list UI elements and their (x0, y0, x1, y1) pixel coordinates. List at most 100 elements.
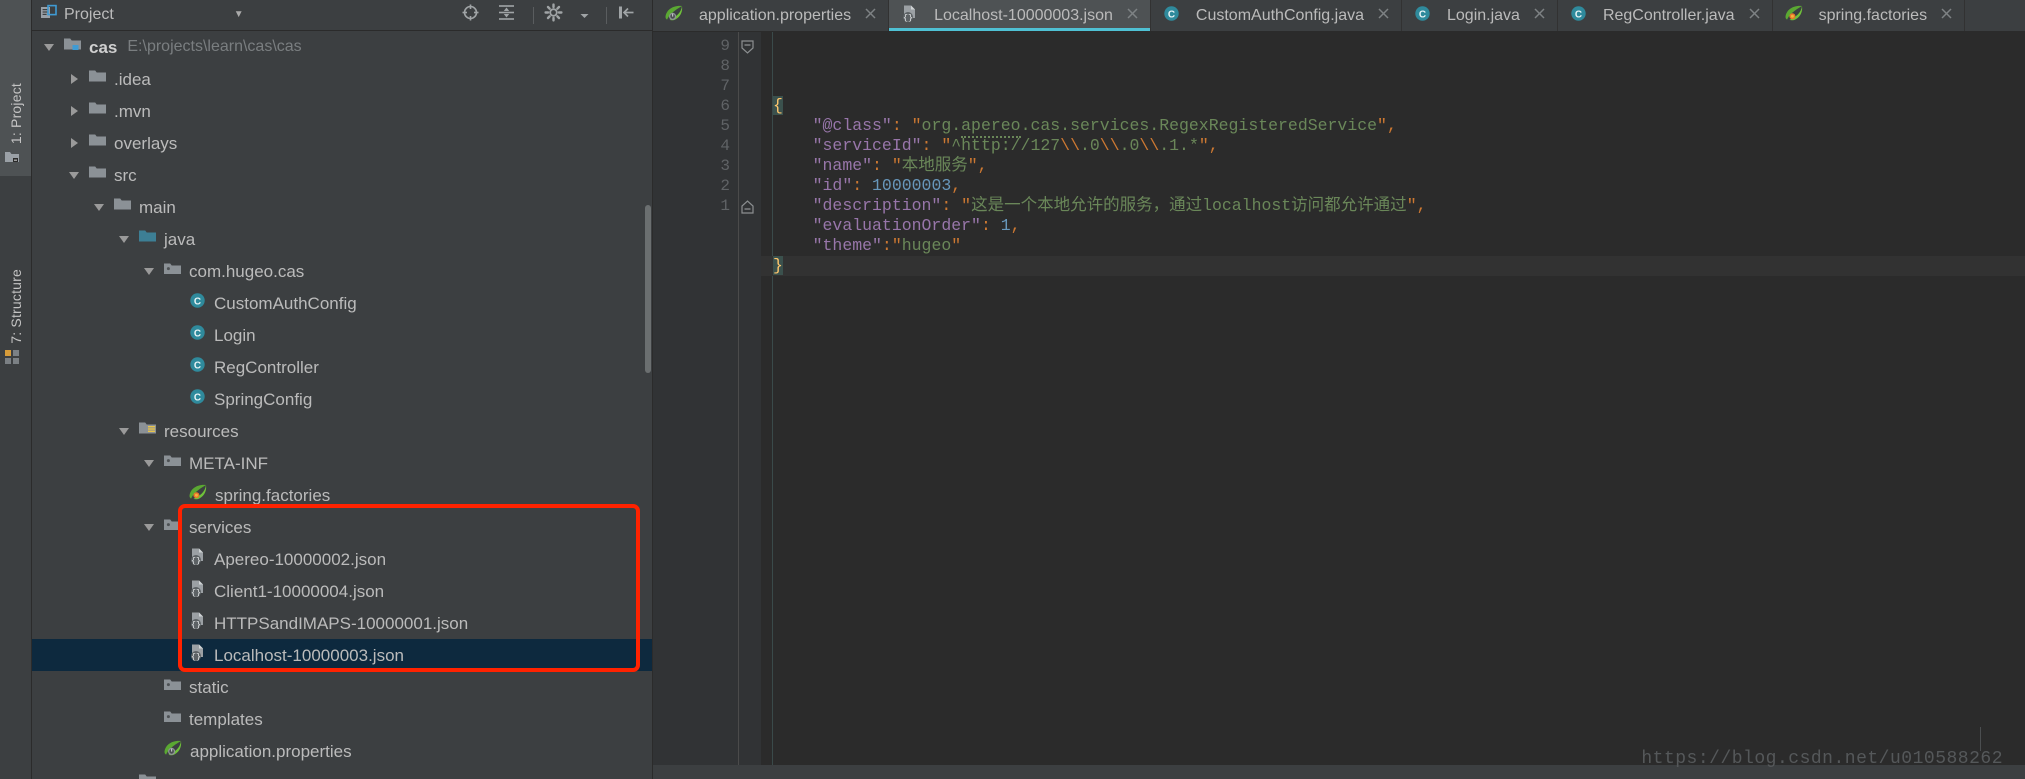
svg-text:C: C (194, 360, 201, 371)
structure-icon (4, 349, 20, 370)
code-line[interactable]: "name": "本地服务", (761, 156, 2025, 176)
tree-row[interactable]: spring.factories (32, 479, 652, 511)
project-folder-icon (4, 149, 20, 170)
gear-dropdown-chevron-icon[interactable] (580, 5, 589, 25)
tree-row[interactable]: java (32, 223, 652, 255)
java-class-icon: C (188, 355, 207, 379)
tree-row[interactable]: .idea (32, 63, 652, 95)
tree-row[interactable]: C RegController (32, 351, 652, 383)
chevron-down-icon[interactable] (144, 521, 156, 533)
fold-row (739, 156, 761, 176)
editor-tab[interactable]: {} Localhost-10000003.json (889, 0, 1151, 31)
chevron-right-icon[interactable] (69, 105, 81, 117)
editor-tab[interactable]: C Login.java (1402, 0, 1558, 31)
tree-row-label: src (114, 165, 137, 185)
tree-row[interactable] (32, 767, 652, 779)
code-line[interactable]: "id": 10000003, (761, 176, 2025, 196)
hide-panel-icon[interactable] (617, 3, 636, 27)
editor-tab[interactable]: application.properties (653, 0, 890, 31)
folder-icon (88, 99, 107, 123)
fold-end-icon[interactable] (741, 199, 754, 214)
tree-arrow-empty (169, 553, 181, 565)
code-line[interactable]: "@class": "org.apereo.cas.services.Regex… (761, 116, 2025, 138)
tree-row-label: HTTPSandIMAPS-10000001.json (214, 613, 469, 633)
tab-close-icon[interactable] (1533, 7, 1546, 25)
tree-row[interactable]: META-INF (32, 447, 652, 479)
tool-window-button-structure[interactable]: 7: Structure (0, 176, 31, 376)
folder-icon (88, 163, 107, 187)
project-panel-scrollbar[interactable] (645, 205, 651, 373)
editor-tab[interactable]: spring.factories (1772, 0, 1966, 31)
spring-properties-icon (664, 4, 684, 28)
chevron-down-icon[interactable] (119, 425, 131, 437)
tree-row[interactable]: com.hugeo.cas (32, 255, 652, 287)
tree-row-selected[interactable]: {} Localhost-10000003.json (32, 639, 652, 671)
code-folding-gutter[interactable] (739, 32, 761, 779)
chevron-down-icon[interactable] (144, 457, 156, 469)
svg-text:{}: {} (191, 588, 201, 598)
editor-tab-label: spring.factories (1818, 6, 1928, 24)
chevron-down-icon[interactable]: ▼ (234, 10, 244, 20)
resources-root-icon (138, 419, 157, 443)
fold-row (739, 96, 761, 116)
fold-collapse-icon[interactable] (741, 39, 754, 54)
tree-row[interactable]: main (32, 191, 652, 223)
chevron-right-icon[interactable] (69, 137, 81, 149)
tree-row[interactable]: overlays (32, 127, 652, 159)
editor-tab-bar[interactable]: application.properties {} Localhost-100000… (653, 0, 2025, 32)
tree-row[interactable]: application.properties (32, 735, 652, 767)
source-root-icon (138, 227, 157, 251)
tree-row[interactable]: templates (32, 703, 652, 735)
tab-close-icon[interactable] (1126, 7, 1139, 25)
tab-close-icon[interactable] (1940, 7, 1953, 25)
crosshair-target-icon[interactable] (461, 3, 480, 27)
code-editor[interactable]: 9 8 7 6 5 4 3 2 1 { "@class": "org.apereo.cas.se… (653, 32, 2025, 779)
code-line[interactable]: { (761, 96, 2025, 116)
editor-tab[interactable]: C RegController.java (1557, 0, 1773, 31)
collapse-all-icon[interactable] (497, 3, 516, 27)
package-icon (163, 707, 182, 731)
chevron-down-icon[interactable] (144, 265, 156, 277)
tree-row[interactable]: C CustomAuthConfig (32, 287, 652, 319)
toolbar-separator-2 (606, 6, 607, 24)
tree-row[interactable]: .mvn (32, 95, 652, 127)
editor-tab-label: Localhost-10000003.json (934, 6, 1113, 24)
chevron-down-icon[interactable] (119, 233, 131, 245)
chevron-down-icon[interactable] (94, 201, 106, 213)
svg-text:C: C (1419, 9, 1426, 20)
code-line[interactable]: "evaluationOrder": 1, (761, 216, 2025, 236)
tree-row[interactable]: services (32, 511, 652, 543)
tab-close-icon[interactable] (864, 7, 877, 25)
package-icon (163, 515, 182, 539)
project-tool-window: Project ▼ cas E:\projects\learn\cas\cas … (32, 0, 653, 779)
tool-window-button-project[interactable]: 1: Project (0, 0, 31, 176)
code-content[interactable]: { "@class": "org.apereo.cas.services.Reg… (761, 32, 2025, 779)
code-line[interactable]: "serviceId": "^http://127\\.0\\.0\\.1.*"… (761, 136, 2025, 156)
tree-row[interactable]: C SpringConfig (32, 383, 652, 415)
project-tree[interactable]: cas E:\projects\learn\cas\cas .idea .mvn ove… (32, 31, 652, 779)
tree-arrow-empty (144, 713, 156, 725)
tree-row[interactable]: cas E:\projects\learn\cas\cas (32, 31, 652, 63)
tree-row[interactable]: {} Client1-10000004.json (32, 575, 652, 607)
chevron-right-icon[interactable] (69, 73, 81, 85)
tab-close-icon[interactable] (1748, 7, 1761, 25)
chevron-down-icon[interactable] (44, 41, 56, 53)
java-class-icon: C (188, 323, 207, 347)
tree-row[interactable]: resources (32, 415, 652, 447)
tree-row[interactable]: C Login (32, 319, 652, 351)
tab-close-icon[interactable] (1377, 7, 1390, 25)
fold-row (739, 76, 761, 96)
tree-row[interactable]: src (32, 159, 652, 191)
chevron-down-icon[interactable] (69, 169, 81, 181)
tree-arrow-empty (144, 745, 156, 757)
gear-icon[interactable] (544, 3, 563, 27)
tree-row[interactable]: {} HTTPSandIMAPS-10000001.json (32, 607, 652, 639)
code-line[interactable]: } (761, 256, 2025, 276)
editor-tab[interactable]: C CustomAuthConfig.java (1150, 0, 1402, 31)
tree-row[interactable]: static (32, 671, 652, 703)
tree-row-label: Login (214, 325, 256, 345)
tree-row[interactable]: {} Apereo-10000002.json (32, 543, 652, 575)
svg-text:C: C (194, 328, 201, 339)
code-line[interactable]: "theme":"hugeo" (761, 236, 2025, 258)
code-line[interactable]: "description": "这是一个本地允许的服务，通过localhost访… (761, 196, 2025, 216)
